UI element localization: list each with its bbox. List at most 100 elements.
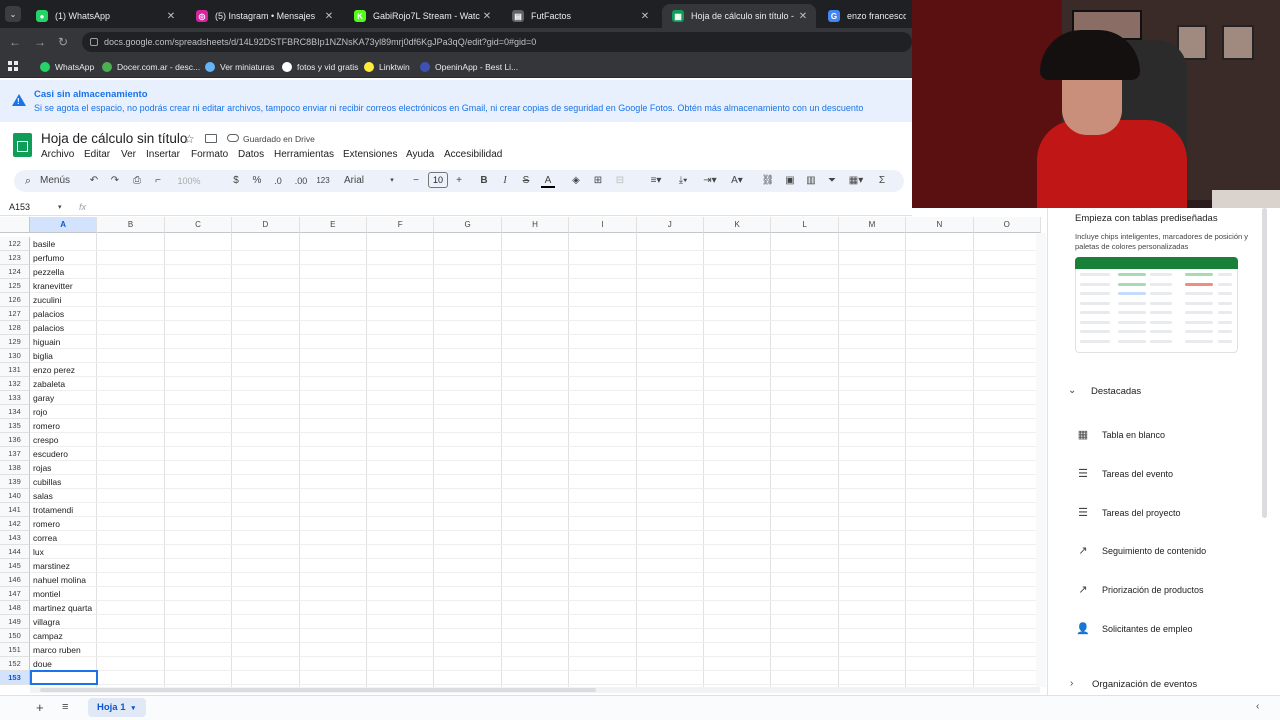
row-header[interactable]: 152 bbox=[0, 657, 30, 671]
grid-cell[interactable]: rojo bbox=[30, 405, 97, 419]
column-header[interactable]: K bbox=[704, 217, 772, 233]
reload-icon[interactable]: ↻ bbox=[55, 34, 71, 50]
grid-cell[interactable]: basile bbox=[30, 237, 97, 251]
fill-color-icon[interactable]: ◈ bbox=[569, 174, 583, 188]
grid-cell[interactable]: cubillas bbox=[30, 475, 97, 489]
move-folder-icon[interactable] bbox=[205, 134, 217, 143]
increase-decimal-button[interactable]: .00 bbox=[292, 174, 310, 188]
column-header[interactable]: I bbox=[569, 217, 637, 233]
merge-cells-icon[interactable]: ⊟ bbox=[613, 174, 627, 188]
tab-close-icon[interactable]: ✕ bbox=[164, 11, 178, 22]
featured-chevron-down-icon[interactable]: ⌄ bbox=[1068, 385, 1076, 396]
paint-format-icon[interactable]: ⌐ bbox=[152, 174, 164, 188]
all-sheets-icon[interactable]: ≡ bbox=[62, 701, 68, 713]
sheet-tab-chevron-down-icon[interactable]: ▾ bbox=[132, 705, 136, 712]
bookmark-item[interactable]: Linktwin bbox=[364, 59, 410, 75]
grid-cell[interactable]: pezzella bbox=[30, 265, 97, 279]
grid-cell[interactable]: rojas bbox=[30, 461, 97, 475]
italic-icon[interactable]: I bbox=[499, 174, 511, 188]
column-header[interactable]: O bbox=[973, 217, 1041, 233]
search-menus-icon[interactable]: ⌕ bbox=[22, 174, 34, 188]
grid-cell[interactable]: lux bbox=[30, 545, 97, 559]
bookmark-item[interactable]: Ver miniaturas bbox=[205, 59, 274, 75]
undo-icon[interactable]: ↶ bbox=[88, 174, 100, 188]
font-chevron-down-icon[interactable]: ▾ bbox=[388, 174, 396, 188]
row-header[interactable]: 147 bbox=[0, 587, 30, 601]
row-header[interactable]: 135 bbox=[0, 419, 30, 433]
row-header[interactable]: 128 bbox=[0, 321, 30, 335]
row-header[interactable]: 127 bbox=[0, 307, 30, 321]
column-header[interactable]: E bbox=[299, 217, 367, 233]
vertical-scrollbar[interactable] bbox=[1036, 233, 1046, 687]
menu-item[interactable]: Herramientas bbox=[274, 149, 334, 160]
menu-item[interactable]: Extensiones bbox=[343, 149, 397, 160]
row-header[interactable]: 148 bbox=[0, 601, 30, 615]
menu-item[interactable]: Ver bbox=[121, 149, 136, 160]
decrease-decimal-button[interactable]: .0 bbox=[270, 174, 286, 188]
bookmark-item[interactable]: fotos y vid gratis bbox=[282, 59, 358, 75]
text-color-icon[interactable]: A bbox=[541, 174, 555, 188]
sheet-tab[interactable]: Hoja 1 ▾ bbox=[88, 698, 146, 717]
bookmark-item[interactable]: Docer.com.ar - desc... bbox=[102, 59, 200, 75]
column-header[interactable]: C bbox=[164, 217, 233, 233]
grid-cell[interactable]: palacios bbox=[30, 321, 97, 335]
row-header[interactable]: 129 bbox=[0, 335, 30, 349]
redo-icon[interactable]: ↷ bbox=[109, 174, 121, 188]
filter-views-icon[interactable]: ▦▾ bbox=[845, 174, 867, 188]
row-header[interactable]: 126 bbox=[0, 293, 30, 307]
menu-item[interactable]: Datos bbox=[238, 149, 264, 160]
template-item[interactable]: Solicitantes de empleo bbox=[1102, 624, 1193, 634]
text-rotation-icon[interactable]: A▾ bbox=[727, 174, 747, 188]
row-header[interactable]: 138 bbox=[0, 461, 30, 475]
grid-cell[interactable]: martinez quarta bbox=[30, 601, 97, 615]
name-box-chevron-down-icon[interactable]: ▾ bbox=[58, 203, 62, 211]
site-info-icon[interactable] bbox=[90, 38, 98, 46]
panel-scrollbar[interactable] bbox=[1262, 208, 1267, 518]
apps-grid-icon[interactable] bbox=[8, 61, 18, 71]
tab-close-icon[interactable]: ✕ bbox=[322, 11, 336, 22]
row-header[interactable]: 133 bbox=[0, 391, 30, 405]
browser-tab[interactable]: Genzo francescoli 199 bbox=[818, 4, 912, 28]
column-header[interactable]: J bbox=[636, 217, 704, 233]
star-icon[interactable]: ☆ bbox=[184, 132, 195, 146]
grid-cell[interactable]: escudero bbox=[30, 447, 97, 461]
active-cell-selection[interactable] bbox=[30, 670, 98, 685]
browser-tab[interactable]: ▦ Hoja de cálculo sin título - Hoj✕ bbox=[662, 4, 816, 28]
percent-format-button[interactable]: % bbox=[251, 174, 263, 188]
search-menus-button[interactable]: Menús bbox=[40, 174, 70, 188]
column-header[interactable]: B bbox=[97, 217, 165, 233]
row-header[interactable]: 143 bbox=[0, 531, 30, 545]
document-title[interactable]: Hoja de cálculo sin título bbox=[41, 131, 187, 146]
address-bar[interactable]: docs.google.com/spreadsheets/d/14L92DSTF… bbox=[82, 32, 912, 52]
grid-cell[interactable]: zabaleta bbox=[30, 377, 97, 391]
grid-cell[interactable]: villagra bbox=[30, 615, 97, 629]
row-header[interactable]: 146 bbox=[0, 573, 30, 587]
menu-item[interactable]: Accesibilidad bbox=[444, 149, 502, 160]
browser-tab[interactable]: K GabiRojo7L Stream - Watch Li✕ bbox=[344, 4, 500, 28]
bold-icon[interactable]: B bbox=[478, 174, 490, 188]
org-chevron-right-icon[interactable]: › bbox=[1070, 678, 1073, 689]
name-box[interactable]: A153 bbox=[9, 202, 30, 212]
row-header[interactable]: 140 bbox=[0, 489, 30, 503]
more-formats-button[interactable]: 123 bbox=[314, 174, 332, 188]
borders-icon[interactable]: ⊞ bbox=[591, 174, 605, 188]
row-header[interactable]: 134 bbox=[0, 405, 30, 419]
decrease-font-size-icon[interactable]: − bbox=[410, 174, 422, 188]
column-header[interactable]: F bbox=[367, 217, 435, 233]
row-header[interactable]: 130 bbox=[0, 349, 30, 363]
grid-cell[interactable]: correa bbox=[30, 531, 97, 545]
tab-close-icon[interactable]: ✕ bbox=[638, 11, 652, 22]
org-events-section-label[interactable]: Organización de eventos bbox=[1092, 679, 1197, 690]
insert-comment-icon[interactable]: ▣ bbox=[783, 174, 797, 188]
row-header[interactable]: 153 bbox=[0, 671, 30, 685]
select-all-corner[interactable] bbox=[0, 217, 30, 233]
grid-cell[interactable]: campaz bbox=[30, 629, 97, 643]
row-header[interactable]: 124 bbox=[0, 265, 30, 279]
font-select[interactable]: Arial bbox=[344, 174, 384, 188]
template-item[interactable]: Priorización de productos bbox=[1102, 585, 1204, 595]
tab-close-icon[interactable]: ✕ bbox=[796, 11, 810, 22]
template-preview-image[interactable] bbox=[1075, 257, 1238, 353]
grid-cell[interactable]: trotamendi bbox=[30, 503, 97, 517]
print-icon[interactable]: ⎙ bbox=[130, 174, 144, 188]
column-header[interactable]: G bbox=[434, 217, 502, 233]
